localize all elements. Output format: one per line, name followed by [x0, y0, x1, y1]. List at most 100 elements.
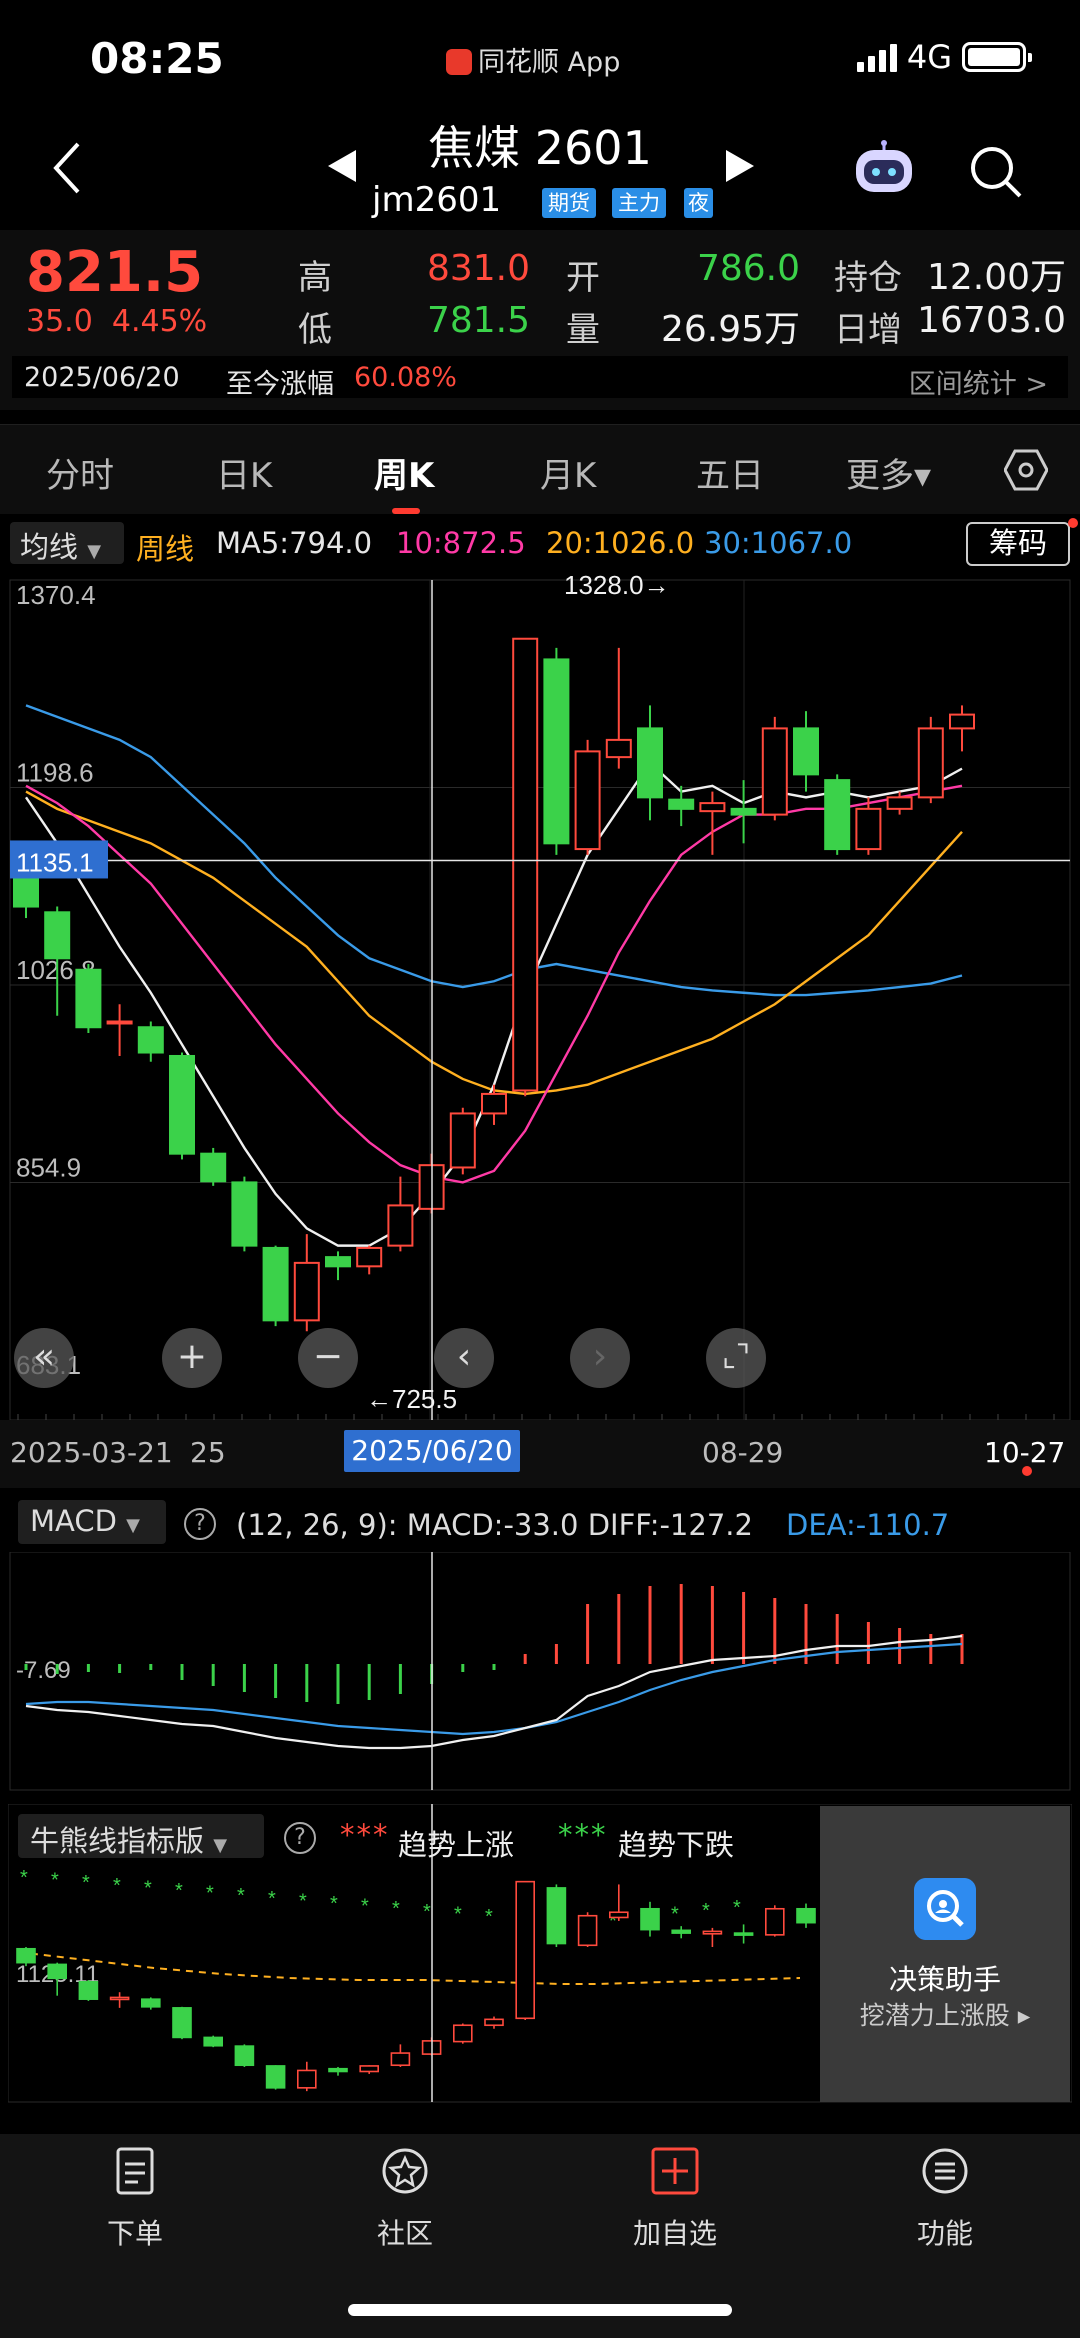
- candle-body-down: [824, 779, 851, 851]
- candle: [574, 739, 601, 855]
- nav-functions[interactable]: 功能: [880, 2146, 1010, 2252]
- mini-candle-body: [515, 1880, 536, 2020]
- open-interest-value: 12.00万: [926, 257, 1066, 298]
- tab-monthly-k[interactable]: 月K: [540, 448, 596, 497]
- candle: [512, 637, 539, 1097]
- date-label-partial: 25: [190, 1436, 226, 1469]
- fullscreen-button[interactable]: ⌞⌝: [706, 1328, 766, 1388]
- macd-y-label: -7.69: [16, 1657, 71, 1684]
- mini-candle-body: [47, 1963, 68, 1980]
- macd-chart[interactable]: -7.69: [0, 1552, 1080, 1792]
- step-forward-button[interactable]: ›: [570, 1328, 630, 1388]
- mini-candle-body: [577, 1914, 598, 1947]
- search-icon[interactable]: [968, 144, 1024, 200]
- low-label: 低: [298, 310, 332, 350]
- macd-selector[interactable]: MACD ▼: [18, 1500, 166, 1544]
- since-change-label: 至今涨幅: [226, 369, 334, 400]
- candle-body-up: [886, 796, 913, 810]
- macd-dea-value: DEA:-110.7: [786, 1508, 950, 1542]
- settings-hexagon-icon[interactable]: [1004, 448, 1048, 492]
- candle-body-down: [44, 911, 71, 960]
- trend-down-dot: *: [702, 1900, 710, 1922]
- decision-assistant-card[interactable]: [820, 1806, 1070, 2102]
- chip-distribution-button[interactable]: 筹码: [966, 522, 1070, 566]
- mini-candle-body: [640, 1907, 660, 1931]
- candle: [387, 1176, 414, 1252]
- mini-candle-body: [109, 1996, 130, 2001]
- robot-assistant-icon[interactable]: [852, 140, 916, 196]
- zoom-in-button[interactable]: +: [162, 1328, 222, 1388]
- open-interest-label: 持仓: [834, 258, 902, 298]
- trend-down-dot: *: [423, 1901, 431, 1923]
- bull-bear-help-icon[interactable]: ?: [284, 1822, 316, 1854]
- daily-increase-value: 16703.0: [917, 300, 1066, 341]
- trend-down-dot: *: [144, 1877, 152, 1899]
- candle-body-up: [699, 802, 726, 813]
- dea-line: [25, 1642, 963, 1736]
- mini-candle-body: [733, 1932, 754, 1936]
- candle: [293, 1234, 320, 1332]
- candle-body-down: [543, 658, 570, 845]
- candle: [200, 1147, 227, 1186]
- candle: [699, 791, 726, 855]
- candle: [231, 1176, 258, 1252]
- trend-down-dot: *: [392, 1898, 400, 1920]
- ma5-line: [25, 761, 963, 1247]
- mini-candle-body: [764, 1907, 785, 1936]
- nav-order[interactable]: 下单: [70, 2146, 200, 2252]
- back-arrow-icon[interactable]: [48, 138, 88, 198]
- trend-down-dot: *: [485, 1906, 493, 1928]
- tab-intraday[interactable]: 分时: [46, 448, 114, 497]
- scroll-left-button[interactable]: «: [14, 1328, 74, 1388]
- trend-down-dot: *: [330, 1893, 338, 1915]
- volume-label: 量: [566, 310, 600, 350]
- candle-body-up: [574, 750, 601, 851]
- candle-body-up: [855, 807, 882, 851]
- candle: [262, 1245, 289, 1327]
- trend-down-dot: *: [733, 1897, 741, 1919]
- tab-more[interactable]: 更多▾: [846, 448, 931, 497]
- trend-down-marker: ***: [558, 1818, 608, 1852]
- daily-increase-label: 日增: [834, 310, 902, 350]
- tab-weekly-k[interactable]: 周K: [374, 448, 434, 497]
- mini-candle-body: [484, 2018, 504, 2027]
- candle: [543, 647, 570, 855]
- nav-add-watchlist[interactable]: 加自选: [610, 2146, 740, 2252]
- bull-bear-selector[interactable]: 牛熊线指标版 ▼: [18, 1814, 264, 1858]
- trend-down-dot: *: [361, 1896, 369, 1918]
- candle-body-down: [637, 727, 663, 799]
- candle-body-down: [668, 798, 695, 810]
- trend-down-dot: *: [454, 1903, 462, 1925]
- trend-down-dot: *: [671, 1904, 679, 1926]
- decision-assistant-icon: [914, 1878, 976, 1940]
- indicator-selector[interactable]: 均线 ▼: [10, 522, 124, 564]
- mini-candle-body: [172, 2007, 192, 2039]
- tab-five-day[interactable]: 五日: [696, 448, 764, 497]
- step-back-button[interactable]: ‹: [434, 1328, 494, 1388]
- candle: [325, 1251, 351, 1281]
- tab-daily-k[interactable]: 日K: [216, 448, 272, 497]
- max-price-label: 1328.0→: [564, 570, 670, 600]
- range-statistics-link[interactable]: 区间统计 >: [909, 362, 1048, 401]
- trend-down-dot: *: [113, 1875, 121, 1897]
- zoom-out-button[interactable]: −: [298, 1328, 358, 1388]
- nav-community[interactable]: 社区: [340, 2146, 470, 2252]
- candle: [106, 1004, 133, 1056]
- candle: [449, 1107, 476, 1175]
- nav-functions-label: 功能: [916, 2217, 973, 2250]
- trend-down-dot: *: [175, 1880, 183, 1902]
- date-label-mid: 08-29: [702, 1436, 784, 1469]
- mini-candle-body: [296, 2069, 317, 2089]
- candle-body-up: [387, 1204, 414, 1247]
- candle: [637, 705, 663, 821]
- prev-contract-arrow-icon[interactable]: [328, 150, 356, 182]
- active-tab-indicator: [392, 508, 420, 514]
- community-icon: [382, 2148, 428, 2194]
- macd-help-icon[interactable]: ?: [184, 1508, 216, 1540]
- next-contract-arrow-icon[interactable]: [726, 150, 754, 182]
- mini-candle-body: [328, 2067, 348, 2073]
- mini-candle-body: [78, 1980, 99, 2000]
- candle: [949, 705, 975, 752]
- kline-chart[interactable]: 1370.41198.61026.8854.9683.11135.11328.0…: [0, 570, 1080, 1420]
- candle: [356, 1245, 383, 1275]
